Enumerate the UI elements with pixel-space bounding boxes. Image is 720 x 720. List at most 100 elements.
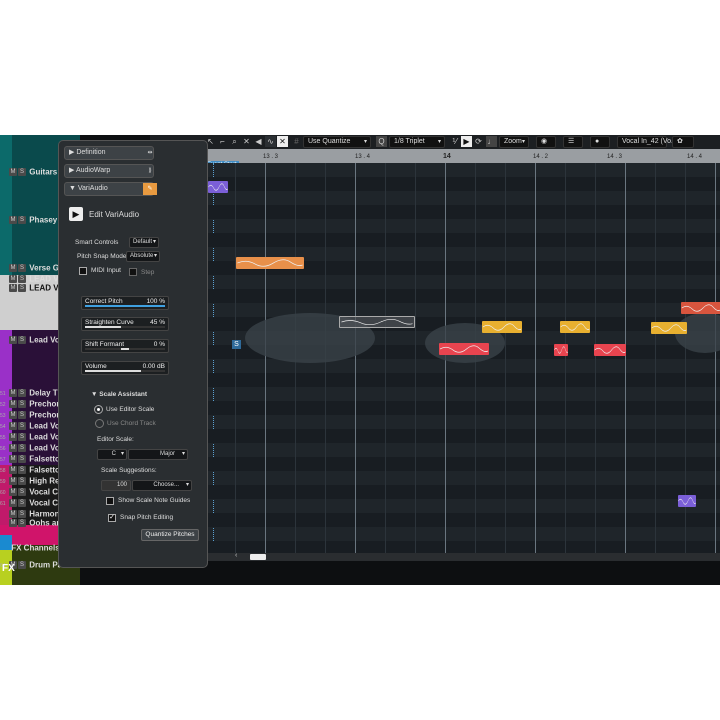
solo-button[interactable]: S — [18, 498, 26, 507]
mute-button[interactable]: M — [9, 443, 17, 452]
mute-button[interactable]: M — [9, 335, 17, 344]
time-ruler[interactable]: 13 . 3 13 . 4 14 14 . 2 14 . 3 14 . 4 — [175, 149, 720, 163]
page-background — [0, 585, 720, 720]
orange-segment[interactable] — [236, 257, 304, 269]
use-chord-track-radio[interactable] — [95, 419, 104, 428]
solo-button[interactable]: S — [18, 388, 26, 397]
yellow-segment[interactable] — [482, 321, 522, 333]
solo-button[interactable]: S — [18, 410, 26, 419]
section-audiowarp[interactable]: ▶ AudioWarp ⟫ — [64, 164, 154, 178]
list-dropdown[interactable]: ☰ — [563, 136, 583, 148]
scroll-left-icon[interactable]: ‹ — [235, 552, 237, 559]
mute-button[interactable]: M — [9, 454, 17, 463]
red-segment[interactable] — [554, 344, 568, 356]
solo-button[interactable]: S — [18, 263, 26, 272]
suggestions-count: 100 — [116, 482, 127, 488]
visibility-dropdown[interactable]: ◉ — [536, 136, 556, 148]
range-tool-icon[interactable]: ⌐ — [217, 136, 228, 147]
yellow-segment[interactable] — [651, 322, 687, 334]
zoom-tool-icon[interactable]: ⌕ — [229, 136, 240, 147]
scale-type-dropdown[interactable]: Major ▾ — [128, 449, 188, 460]
track-select-label: Vocal In_42 (Vo.. — [622, 138, 675, 145]
zoom-dropdown[interactable]: Zoom ▾ — [499, 136, 529, 148]
curve-tool-icon[interactable]: ∿ — [265, 136, 276, 147]
track-select-dropdown[interactable]: Vocal In_42 (Vo.. — [617, 136, 675, 148]
solo-button[interactable]: S — [18, 487, 26, 496]
red-segment[interactable] — [439, 343, 489, 355]
mute-button[interactable]: M — [9, 399, 17, 408]
triplet-icon[interactable]: ⅟ — [449, 136, 460, 147]
solo-button[interactable]: S — [18, 399, 26, 408]
mute-button[interactable]: M — [9, 476, 17, 485]
step-checkbox[interactable] — [129, 268, 137, 276]
solo-button[interactable]: S — [18, 509, 26, 518]
slider-correct-pitch[interactable]: Correct Pitch 100 % — [81, 296, 169, 310]
settings-dropdown[interactable]: ✿ — [672, 136, 694, 148]
solo-button[interactable]: S — [18, 274, 26, 283]
use-editor-scale-radio[interactable] — [94, 405, 103, 414]
pitch-grid[interactable]: S — [205, 163, 720, 553]
mute-button[interactable]: M — [9, 518, 17, 527]
midi-input-checkbox[interactable] — [79, 267, 87, 275]
edit-variaudio-icon[interactable]: ▶ — [69, 207, 83, 221]
solo-button[interactable]: S — [18, 476, 26, 485]
solo-button[interactable]: S — [18, 454, 26, 463]
solo-button[interactable]: S — [18, 465, 26, 474]
snap-active-icon[interactable]: ▶ — [461, 136, 472, 147]
scroll-thumb[interactable] — [250, 554, 266, 560]
mute-button[interactable]: M — [9, 465, 17, 474]
pitch-snap-dropdown[interactable]: Absolute ▾ — [126, 251, 160, 262]
mute-button[interactable]: M — [9, 410, 17, 419]
red-segment[interactable] — [681, 302, 720, 314]
slider-shift-formant[interactable]: Shift Formant 0 % — [81, 339, 169, 353]
mute-button[interactable]: M — [9, 215, 17, 224]
yellow-segment[interactable] — [560, 321, 590, 333]
quantize-q-icon[interactable]: Q — [376, 136, 387, 147]
horizontal-scrollbar[interactable]: ‹ — [205, 552, 720, 561]
mute-button[interactable]: M — [9, 487, 17, 496]
speaker-icon[interactable]: ◀ — [253, 136, 264, 147]
scale-assistant-header[interactable]: ▼ Scale Assistant — [91, 391, 147, 398]
slider-straighten-curve[interactable]: Straighten Curve 45 % — [81, 317, 169, 331]
quantize-mode-dropdown[interactable]: Use Quantize ▾ — [303, 136, 371, 148]
section-definition[interactable]: ▶ Definition ⇹ — [64, 146, 154, 160]
solo-button[interactable]: S — [18, 443, 26, 452]
smart-controls-dropdown[interactable]: Default ▾ — [129, 237, 159, 248]
solo-button[interactable]: S — [18, 215, 26, 224]
mute-button[interactable]: M — [9, 421, 17, 430]
selection-marker[interactable]: S — [232, 340, 241, 349]
solo-button[interactable]: S — [18, 283, 26, 292]
solo-button[interactable]: S — [18, 560, 26, 569]
section-variaudio[interactable]: ▼ VariAudio ✎ — [64, 182, 157, 196]
solo-button[interactable]: S — [18, 432, 26, 441]
show-guides-checkbox[interactable] — [106, 497, 114, 505]
metronome-icon[interactable]: ♩ — [486, 136, 497, 147]
solo-button[interactable]: S — [18, 421, 26, 430]
solo-button[interactable]: S — [18, 335, 26, 344]
selected-segment[interactable] — [339, 316, 415, 328]
mute-button[interactable]: M — [9, 509, 17, 518]
snap-pitch-checkbox[interactable]: ✓ — [108, 514, 116, 522]
mute-tool-icon[interactable]: ✕ — [241, 136, 252, 147]
grid-icon[interactable]: # — [291, 136, 302, 147]
mute-button[interactable]: M — [9, 274, 17, 283]
red-segment[interactable] — [594, 344, 626, 356]
mute-button[interactable]: M — [9, 283, 17, 292]
quantize-pitches-button[interactable]: Quantize Pitches — [141, 529, 199, 541]
quantize-value-dropdown[interactable]: 1/8 Triplet ▾ — [389, 136, 445, 148]
cycle-icon[interactable]: ⟳ — [473, 136, 484, 147]
purple-segment[interactable] — [208, 181, 228, 193]
color-dropdown[interactable]: ● — [590, 136, 610, 148]
mute-button[interactable]: M — [9, 167, 17, 176]
scale-root-dropdown[interactable]: C ▾ — [97, 449, 127, 460]
choose-scale-dropdown[interactable]: Choose... ▾ — [132, 480, 192, 491]
solo-button[interactable]: S — [18, 167, 26, 176]
slider-volume[interactable]: Volume 0.00 dB — [81, 361, 169, 375]
mute-button[interactable]: M — [9, 432, 17, 441]
mute-button[interactable]: M — [9, 388, 17, 397]
solo-button[interactable]: S — [18, 518, 26, 527]
purple-segment[interactable] — [678, 495, 696, 507]
mute-button[interactable]: M — [9, 498, 17, 507]
snap-icon[interactable]: ✕ — [277, 136, 288, 147]
mute-button[interactable]: M — [9, 263, 17, 272]
